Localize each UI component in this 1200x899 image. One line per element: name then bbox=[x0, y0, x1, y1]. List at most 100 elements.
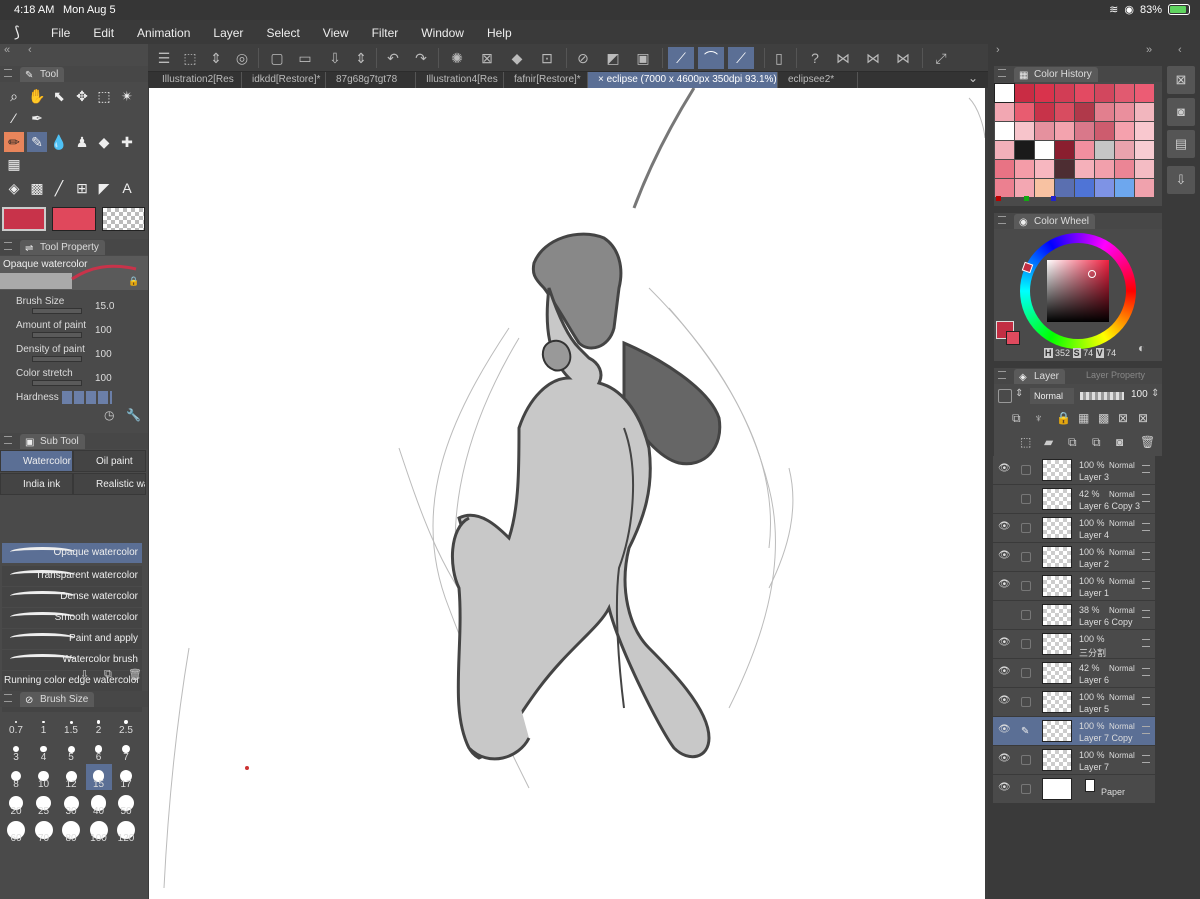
collapse-right-icon[interactable]: » bbox=[1146, 44, 1152, 56]
hamburger-menu-icon[interactable]: ☰ bbox=[153, 47, 175, 69]
duplicate-icon[interactable]: ⧉ bbox=[104, 668, 112, 681]
visibility-eye-icon[interactable]: 👁 bbox=[998, 754, 1011, 764]
grip-icon[interactable] bbox=[998, 371, 1006, 379]
layer-row[interactable]: 38 % Normal Layer 6 Copy bbox=[993, 601, 1155, 630]
layer-row[interactable]: 👁 Paper bbox=[993, 775, 1155, 804]
crop-icon[interactable]: ▣ bbox=[632, 47, 654, 69]
gradient-tool-icon[interactable]: ▩ bbox=[27, 178, 47, 198]
layer-row[interactable]: 👁 ✎ 100 % Normal Layer 7 Copy bbox=[993, 717, 1155, 746]
menu-item-view[interactable]: View bbox=[323, 26, 349, 40]
color-history-swatch[interactable] bbox=[1015, 103, 1034, 121]
companion-mode-icon[interactable]: ? bbox=[804, 47, 826, 69]
visibility-eye-icon[interactable] bbox=[998, 494, 1010, 502]
layer-menu-icon[interactable] bbox=[1142, 639, 1150, 647]
brush-size-option[interactable]: 15 bbox=[85, 764, 112, 790]
grip-icon[interactable] bbox=[4, 436, 12, 444]
color-history-swatch[interactable] bbox=[1075, 141, 1094, 159]
layer-row[interactable]: 👁 100 % Normal Layer 2 bbox=[993, 543, 1155, 572]
grid-tool-icon[interactable]: ▦ bbox=[4, 154, 24, 174]
color-stretch-row[interactable]: Color stretch 100 bbox=[0, 366, 148, 390]
saturation-value-square[interactable] bbox=[1047, 260, 1109, 322]
brush-size-option[interactable]: 80 bbox=[58, 818, 84, 844]
mirror-icon[interactable]: ⋈ bbox=[892, 47, 914, 69]
brush-size-option[interactable]: 60 bbox=[3, 818, 29, 844]
brush-tool-button-icon[interactable]: ✎ bbox=[27, 132, 47, 152]
color-history-swatch[interactable] bbox=[1015, 160, 1034, 178]
layer-menu-icon[interactable] bbox=[1142, 494, 1150, 502]
color-history-swatch[interactable] bbox=[1015, 141, 1034, 159]
layer-lock-checkbox[interactable] bbox=[1021, 581, 1031, 591]
color-history-swatch[interactable] bbox=[1055, 84, 1074, 102]
side-import-icon[interactable]: ⇩ bbox=[1167, 166, 1195, 194]
layer-lock-checkbox[interactable] bbox=[1021, 755, 1031, 765]
layer-row[interactable]: 👁 42 % Normal Layer 6 bbox=[993, 659, 1155, 688]
brush-size-option[interactable]: 120 bbox=[113, 818, 139, 844]
wheel-sub-color[interactable] bbox=[1006, 331, 1020, 345]
figure-tool-icon[interactable]: ╱ bbox=[49, 178, 69, 198]
brush-size-option[interactable]: 8 bbox=[3, 764, 29, 790]
color-history-swatch[interactable] bbox=[1095, 103, 1114, 121]
tab-fafnir[interactable]: fafnir[Restore]* bbox=[504, 72, 588, 88]
brush-size-option[interactable]: 100 bbox=[86, 818, 112, 844]
wrench-icon[interactable]: 🔧 bbox=[126, 408, 141, 422]
menu-item-layer[interactable]: Layer bbox=[213, 26, 243, 40]
layer-lock-checkbox[interactable] bbox=[1021, 465, 1031, 475]
brush-item[interactable]: Running color edge watercolor bbox=[2, 671, 142, 691]
visibility-eye-icon[interactable]: 👁 bbox=[998, 522, 1011, 532]
move-tool-icon[interactable]: ✥ bbox=[72, 86, 92, 106]
brush-size-option[interactable]: 17 bbox=[113, 764, 139, 790]
lock-icon[interactable]: 🔒 bbox=[128, 276, 139, 287]
frame-tool-icon[interactable]: ⊞ bbox=[72, 178, 92, 198]
brush-size-option[interactable]: 70 bbox=[31, 818, 57, 844]
panel-right-arrow-icon[interactable]: › bbox=[996, 44, 1000, 56]
layer-menu-icon[interactable] bbox=[1142, 726, 1150, 734]
pencil-tool-icon[interactable]: ✏ bbox=[4, 132, 24, 152]
layer-row[interactable]: 👁 100 % Normal Layer 3 bbox=[993, 456, 1155, 485]
brush-size-option[interactable]: 5 bbox=[58, 737, 84, 763]
color-history-swatch[interactable] bbox=[1035, 141, 1054, 159]
color-history-swatch[interactable] bbox=[1095, 160, 1114, 178]
side-camera-icon[interactable]: ◙ bbox=[1167, 98, 1195, 126]
collapse-left-icon[interactable]: « bbox=[4, 44, 10, 56]
brush-item[interactable]: Watercolor brush bbox=[2, 650, 142, 670]
trash-icon[interactable]: 🗑 bbox=[128, 668, 142, 681]
layer-menu-icon[interactable] bbox=[1142, 668, 1150, 676]
color-history-swatch[interactable] bbox=[1035, 179, 1054, 197]
menu-item-animation[interactable]: Animation bbox=[137, 26, 190, 40]
sub-color-swatch[interactable] bbox=[52, 207, 96, 231]
tab-87g68g7tgt78[interactable]: 87g68g7tgt78 bbox=[326, 72, 416, 88]
tab-eclipsee2[interactable]: eclipsee2* bbox=[778, 72, 858, 88]
color-history-swatch[interactable] bbox=[1095, 84, 1114, 102]
color-history-swatch[interactable] bbox=[1015, 179, 1034, 197]
layer-menu-icon[interactable] bbox=[1142, 581, 1150, 589]
side-tool-icon[interactable]: ⊠ bbox=[1167, 66, 1195, 94]
brush-size-option[interactable]: 4 bbox=[31, 737, 57, 763]
color-history-swatch[interactable] bbox=[995, 160, 1014, 178]
brush-size-option[interactable]: 50 bbox=[113, 791, 139, 817]
reference-layer-icon[interactable]: ♆ bbox=[1034, 411, 1043, 425]
color-mode-icon[interactable]: ◐ bbox=[1138, 341, 1145, 355]
color-history-swatch[interactable] bbox=[995, 122, 1014, 140]
visibility-eye-icon[interactable]: 👁 bbox=[998, 638, 1011, 648]
color-history-swatch[interactable] bbox=[1055, 160, 1074, 178]
color-history-swatch[interactable] bbox=[1075, 84, 1094, 102]
main-color-swatch[interactable] bbox=[2, 207, 46, 231]
tab-illustration2[interactable]: Illustration2[Res bbox=[152, 72, 242, 88]
opacity-slider[interactable] bbox=[1080, 392, 1124, 400]
grip-icon[interactable] bbox=[4, 694, 12, 702]
menu-item-filter[interactable]: Filter bbox=[372, 26, 399, 40]
color-history-swatch[interactable] bbox=[1115, 179, 1134, 197]
hue-handle[interactable] bbox=[1021, 261, 1034, 274]
color-history-swatch[interactable] bbox=[1055, 179, 1074, 197]
decoration-tool-icon[interactable]: ♟ bbox=[72, 132, 92, 152]
visibility-eye-icon[interactable]: 👁 bbox=[998, 696, 1011, 706]
layer-lock-checkbox[interactable] bbox=[1021, 523, 1031, 533]
clear-icon[interactable]: ⊠ bbox=[476, 47, 498, 69]
layer-lock-checkbox[interactable] bbox=[1021, 784, 1031, 794]
layer-lock-checkbox[interactable] bbox=[1021, 639, 1031, 649]
clip-studio-icon[interactable]: ◎ bbox=[231, 47, 253, 69]
color-history-swatch[interactable] bbox=[1115, 122, 1134, 140]
group-india-ink[interactable]: India ink bbox=[0, 473, 73, 495]
group-oil-paint[interactable]: Oil paint bbox=[73, 450, 146, 472]
auto-select-tool-icon[interactable]: ✴ bbox=[117, 86, 137, 106]
